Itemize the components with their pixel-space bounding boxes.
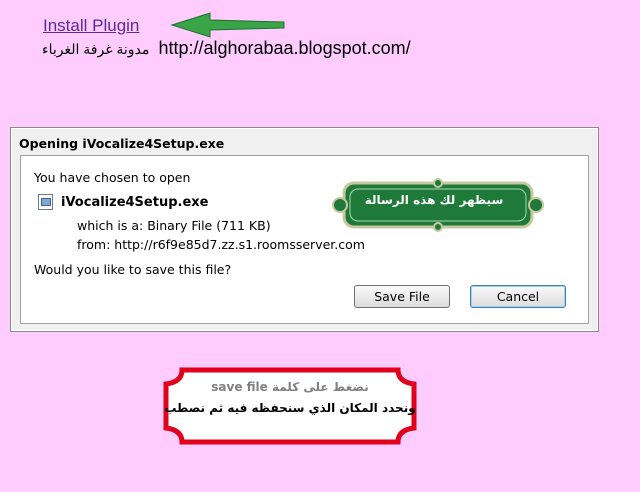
blog-url: http://alghorabaa.blogspot.com/ [158, 38, 411, 58]
chosen-to-open-text: You have chosen to open [34, 170, 191, 185]
instruction-line-1: نضغط على كلمة save file [211, 380, 369, 394]
blog-name-arabic: مدونة غرفة الغرباء [42, 41, 150, 57]
dialog-title: Opening iVocalize4Setup.exe [19, 136, 225, 151]
save-file-button[interactable]: Save File [354, 285, 450, 308]
install-plugin-link[interactable]: Install Plugin [43, 16, 139, 36]
cancel-button[interactable]: Cancel [470, 285, 566, 308]
file-name: iVocalize4Setup.exe [61, 195, 209, 210]
file-source: from: http://r6f9e85d7.zz.s1.roomsserver… [77, 237, 365, 252]
green-label-text: سيظهر لك هذه الرسالة [364, 193, 504, 207]
instruction-line-2: ونحدد المكان الذي سنحفظه فيه ثم نصطب [164, 401, 416, 415]
green-arrow-icon [170, 12, 285, 38]
file-type: which is a: Binary File (711 KB) [77, 218, 271, 233]
save-question: Would you like to save this file? [34, 262, 232, 277]
blog-address: مدونة غرفة الغرباء http://alghorabaa.blo… [42, 38, 411, 59]
file-icon [38, 194, 53, 210]
